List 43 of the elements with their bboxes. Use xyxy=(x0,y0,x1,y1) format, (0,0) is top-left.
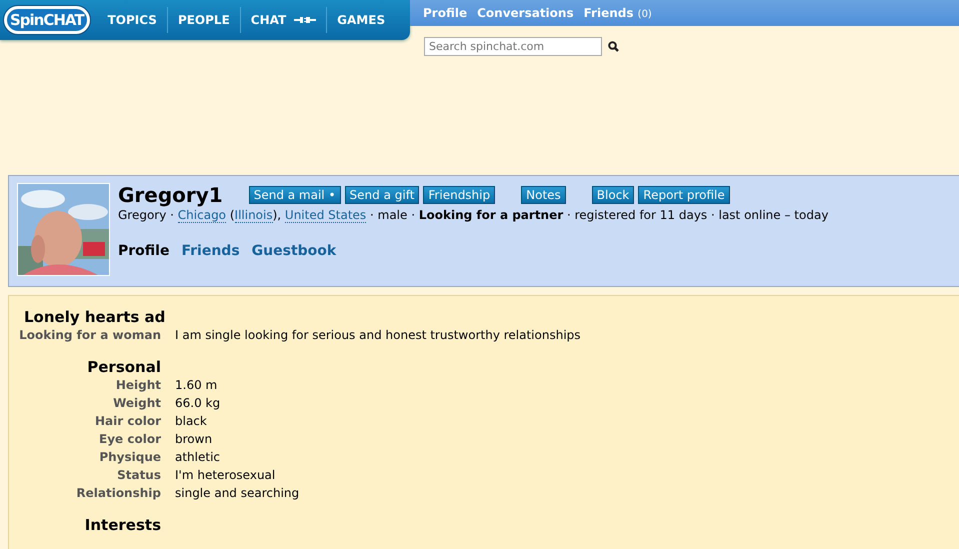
nav-link[interactable]: PEOPLE xyxy=(166,7,240,33)
profile-tab[interactable]: Friends xyxy=(181,243,240,259)
field-label: Hair color xyxy=(94,413,161,430)
field-label: Physique xyxy=(98,449,161,466)
action-button[interactable]: Send a gift xyxy=(344,186,420,204)
action-button[interactable]: Friendship xyxy=(423,186,496,204)
nav-link[interactable]: TOPICS xyxy=(98,7,167,33)
action-button[interactable]: Send a mail • xyxy=(248,186,341,204)
field-label: Looking for a woman xyxy=(18,327,161,344)
user-menu-link[interactable]: Profile xyxy=(423,6,468,20)
profile-summary: Gregory · Chicago (Illinois), United States · male · Looking for a partner · registered for 11 days · last online – today xyxy=(118,208,828,222)
logo[interactable]: SpinCHAT xyxy=(4,6,90,34)
field-label: Status xyxy=(116,467,161,484)
section-title: Interests xyxy=(84,516,161,534)
field-label: Height xyxy=(114,377,161,394)
field-label: Relationship xyxy=(75,485,161,502)
field-label: Eye color xyxy=(98,431,161,448)
profile-tab[interactable]: Profile xyxy=(118,243,170,259)
section-title: Personal xyxy=(86,358,161,376)
location-link[interactable]: Illinois xyxy=(234,208,273,223)
field-value: athletic xyxy=(175,449,222,466)
location-link[interactable]: United States xyxy=(284,208,366,223)
nav-link[interactable]: CHAT xyxy=(240,7,326,33)
action-button[interactable]: Notes xyxy=(521,186,566,204)
field-value: 66.0 kg xyxy=(175,395,222,412)
plug-icon xyxy=(294,16,316,24)
field-label: Weight xyxy=(112,395,161,412)
location-link[interactable]: Chicago xyxy=(178,208,226,223)
user-menu-link[interactable]: Conversations xyxy=(477,6,574,20)
field-value: 1.60 m xyxy=(175,377,218,394)
search-icon[interactable] xyxy=(608,41,619,52)
nav-link[interactable]: GAMES xyxy=(326,7,396,33)
search-field[interactable]: Search spinchat.com xyxy=(424,37,602,56)
field-value: I am single looking for serious and honest trustworthy relationships xyxy=(175,327,582,344)
field-value: I'm heterosexual xyxy=(175,467,276,484)
username: Gregory1 xyxy=(118,183,223,207)
action-button[interactable]: Report profile xyxy=(638,186,730,204)
user-menu-link[interactable]: Friends (0) xyxy=(584,6,652,20)
field-value: black xyxy=(175,413,208,430)
field-value: single and searching xyxy=(175,485,300,502)
profile-tab[interactable]: Guestbook xyxy=(252,243,336,259)
field-value: brown xyxy=(175,431,214,448)
action-button[interactable]: Block xyxy=(592,186,634,204)
